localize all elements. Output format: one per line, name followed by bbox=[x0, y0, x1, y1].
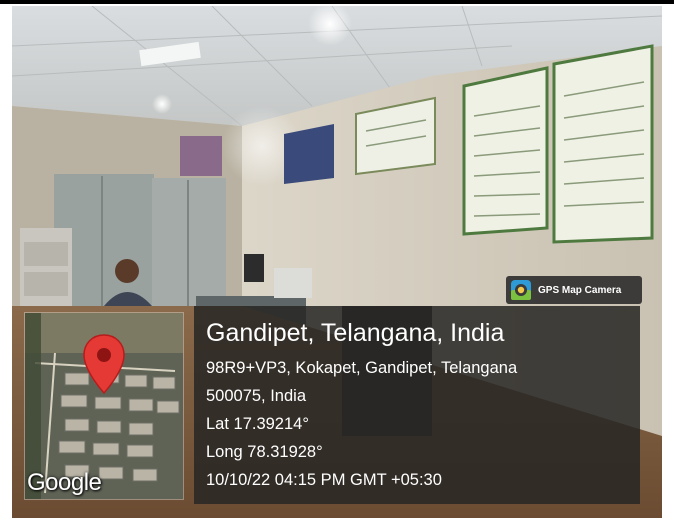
location-info-card: Gandipet, Telangana, India 98R9+VP3, Kok… bbox=[194, 306, 640, 504]
top-border-rule bbox=[0, 0, 674, 4]
map-thumbnail: Google bbox=[24, 312, 184, 500]
longitude-text: Long 78.31928° bbox=[206, 443, 323, 461]
badge-label: GPS Map Camera bbox=[538, 284, 622, 296]
location-title: Gandipet, Telangana, India bbox=[206, 319, 505, 347]
google-logo: Google bbox=[27, 469, 102, 496]
address-line-1: 98R9+VP3, Kokapet, Gandipet, Telangana bbox=[206, 359, 518, 377]
gps-map-camera-app-icon bbox=[511, 280, 531, 300]
timestamp-text: 10/10/22 04:15 PM GMT +05:30 bbox=[206, 471, 442, 489]
gps-map-camera-badge: GPS Map Camera bbox=[506, 276, 642, 304]
location-pin-icon bbox=[83, 334, 125, 395]
office-photo: Google GPS Map Camera Gandipet, Telangan… bbox=[12, 6, 662, 518]
latitude-text: Lat 17.39214° bbox=[206, 415, 309, 433]
address-line-2: 500075, India bbox=[206, 387, 307, 405]
